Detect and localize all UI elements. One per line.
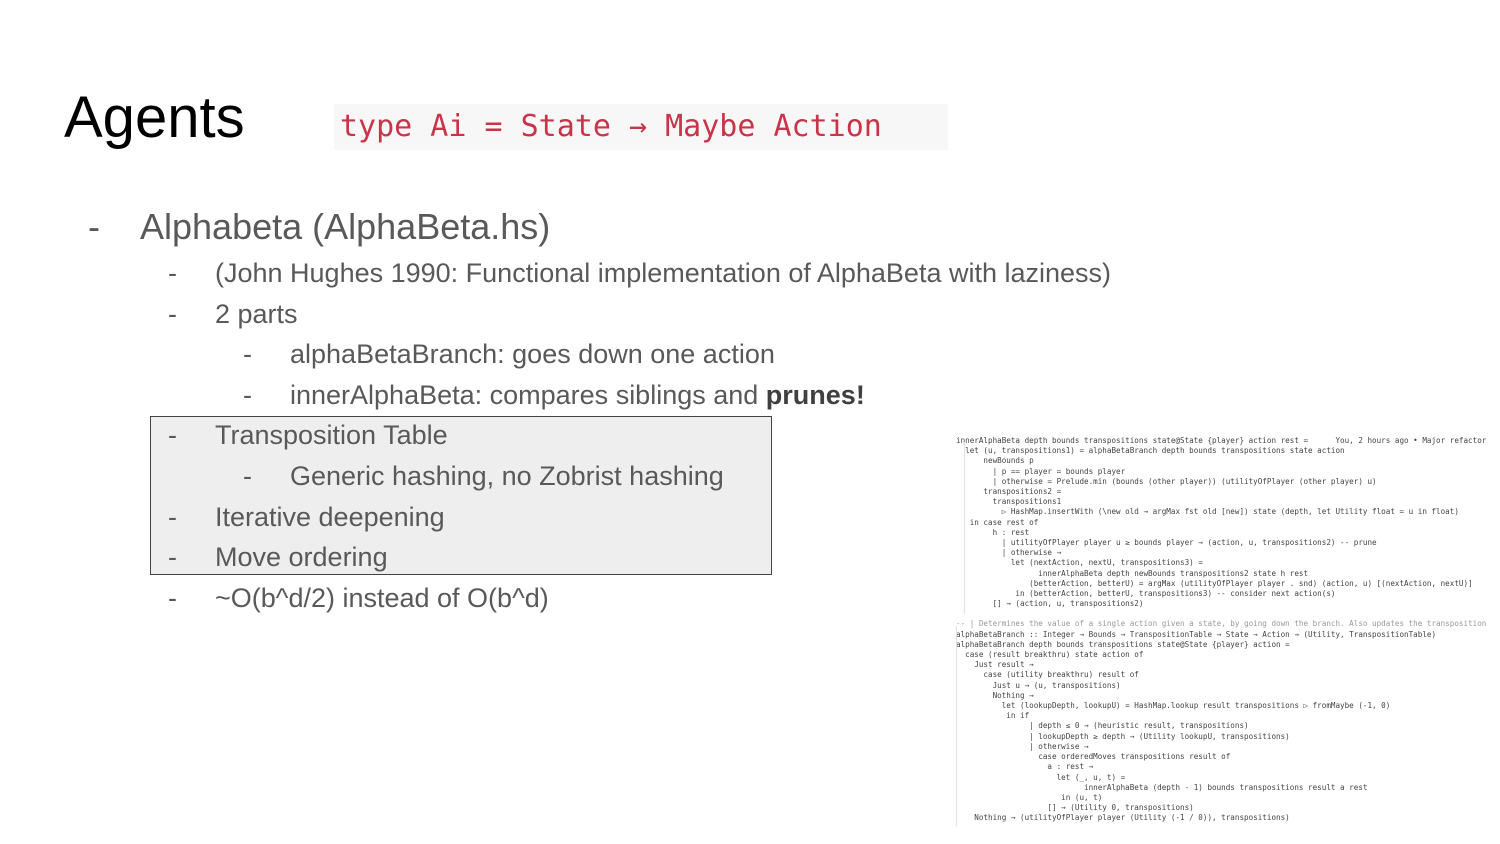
bullet-john-hughes: - (John Hughes 1990: Functional implemen… xyxy=(168,258,1111,289)
bullet-complexity: - ~O(b^d/2) instead of O(b^d) xyxy=(168,583,549,614)
bullet-text: Generic hashing, no Zobrist hashing xyxy=(290,461,724,491)
bullet-text: Iterative deepening xyxy=(215,502,445,532)
code-line: let (lookupDepth, lookupU) = HashMap.loo… xyxy=(956,701,1391,711)
bullet-alphabetabranch: - alphaBetaBranch: goes down one action xyxy=(243,339,775,370)
code-line: in (u, t) xyxy=(956,792,1103,802)
code-line: transpositions2 = xyxy=(956,487,1062,497)
code-line: in if xyxy=(956,711,1030,721)
bullet-inneralphabeta: - innerAlphaBeta: compares siblings and … xyxy=(243,380,865,411)
code-line: a : rest → xyxy=(956,762,1094,772)
bullet-text: alphaBetaBranch: goes down one action xyxy=(290,339,775,369)
bullet-bold-text: prunes! xyxy=(765,380,865,410)
code-line: innerAlphaBeta depth newBounds transposi… xyxy=(956,568,1309,578)
slide-title: Agents xyxy=(64,85,245,150)
bullet-dash: - xyxy=(168,299,177,329)
code-line: case (result breakthru) state action of xyxy=(956,650,1144,660)
code-line: innerAlphaBeta (depth - 1) bounds transp… xyxy=(956,782,1368,792)
code-line: | otherwise → xyxy=(956,548,1062,558)
code-screenshot: innerAlphaBeta depth bounds transpositio… xyxy=(956,436,1486,834)
bullet-dash: - xyxy=(168,258,177,288)
bullet-text: 2 parts xyxy=(215,299,298,329)
bullet-text: ~O(b^d/2) instead of O(b^d) xyxy=(215,583,549,613)
bullet-alphabeta: - Alphabeta (AlphaBeta.hs) xyxy=(88,206,550,248)
code-line: Just result → xyxy=(956,660,1034,670)
code-line: | depth ≤ 0 → (heuristic result, transpo… xyxy=(956,721,1249,731)
bullet-dash: - xyxy=(243,461,252,491)
bullet-2-parts: - 2 parts xyxy=(168,299,298,330)
code-line: Just u → (u, transpositions) xyxy=(956,680,1121,690)
bullet-generic-hashing: - Generic hashing, no Zobrist hashing xyxy=(243,461,724,492)
code-line: | otherwise = Prelude.min (bounds (other… xyxy=(956,476,1377,486)
code-line: let (u, transpositions1) = alphaBetaBran… xyxy=(956,446,1345,456)
code-line: case orderedMoves transpositions result … xyxy=(956,752,1231,762)
bullet-dash: - xyxy=(168,502,177,532)
code-line: transpositions1 xyxy=(956,497,1062,507)
indent-guide xyxy=(964,442,965,614)
code-line: [] → (action, u, transpositions2) xyxy=(956,599,1144,609)
code-line: alphaBetaBranch depth bounds transpositi… xyxy=(956,639,1290,649)
code-line: Nothing → (utilityOfPlayer player (Utili… xyxy=(956,813,1290,823)
code-line: | p == player = bounds player xyxy=(956,466,1126,476)
bullet-text: innerAlphaBeta: compares siblings and xyxy=(290,380,766,410)
bullet-iterative-deepening: - Iterative deepening xyxy=(168,502,445,533)
bullet-dash: - xyxy=(168,542,177,572)
code-line: in (betterAction, betterU, transposition… xyxy=(956,589,1336,599)
code-block-inner-alphabeta: innerAlphaBeta depth bounds transpositio… xyxy=(956,436,1486,609)
code-line: let (nextAction, nextU, transpositions3)… xyxy=(956,558,1203,568)
code-line: alphaBetaBranch :: Integer → Bounds → Tr… xyxy=(956,629,1437,639)
bullet-dash: - xyxy=(168,420,177,450)
code-line: -- | Determines the value of a single ac… xyxy=(956,619,1486,629)
indent-guide xyxy=(956,626,957,826)
code-line: h : rest xyxy=(956,527,1030,537)
code-line: case (utility breakthru) result of xyxy=(956,670,1139,680)
code-line: Nothing → xyxy=(956,690,1034,700)
bullet-dash: - xyxy=(88,206,100,247)
bullet-text: (John Hughes 1990: Functional implementa… xyxy=(215,258,1112,288)
bullet-text: Transposition Table xyxy=(215,420,448,450)
code-line: newBounds p xyxy=(956,456,1034,466)
code-line: (betterAction, betterU) = argMax (utilit… xyxy=(956,578,1473,588)
code-line: in case rest of xyxy=(956,517,1039,527)
code-line: ▷ HashMap.insertWith (\new old → argMax … xyxy=(956,507,1459,517)
code-line: let (_, u, t) = xyxy=(956,772,1126,782)
code-line: | lookupDepth ≥ depth → (Utility lookupU… xyxy=(956,731,1290,741)
bullet-text: Alphabeta (AlphaBeta.hs) xyxy=(140,206,551,247)
bullet-move-ordering: - Move ordering xyxy=(168,542,388,573)
code-line: | utilityOfPlayer player u ≥ bounds play… xyxy=(956,538,1377,548)
bullet-dash: - xyxy=(243,380,252,410)
bullet-transposition-table: - Transposition Table xyxy=(168,420,448,451)
code-line: [] → (Utility 0, transpositions) xyxy=(956,803,1194,813)
bullet-text: Move ordering xyxy=(215,542,388,572)
bullet-dash: - xyxy=(243,339,252,369)
bullet-dash: - xyxy=(168,583,177,613)
code-line: innerAlphaBeta depth bounds transpositio… xyxy=(956,436,1486,445)
code-block-alphabeta-branch: -- | Determines the value of a single ac… xyxy=(956,619,1486,823)
type-signature-code: type Ai = State → Maybe Action xyxy=(334,104,948,150)
code-line: | otherwise → xyxy=(956,741,1089,751)
